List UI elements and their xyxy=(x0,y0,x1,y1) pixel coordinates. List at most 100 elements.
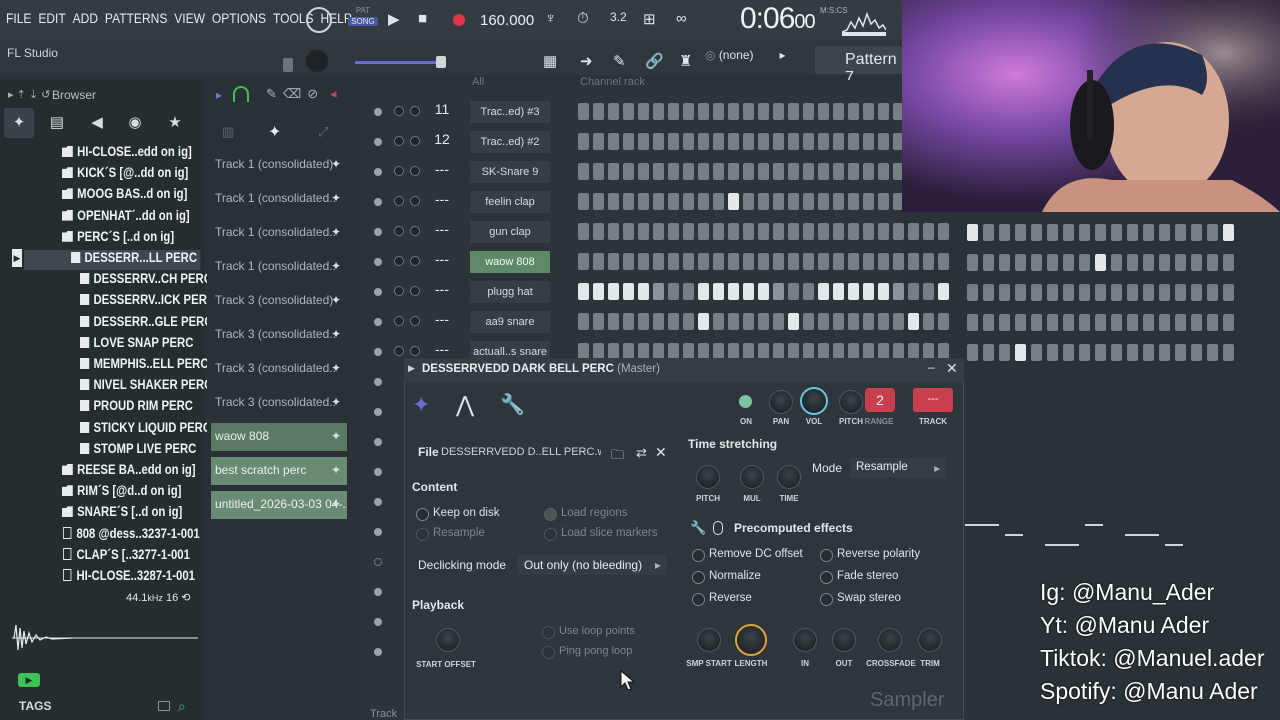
step-button[interactable] xyxy=(983,314,994,331)
step-button[interactable] xyxy=(788,313,799,330)
step-button[interactable] xyxy=(683,253,694,270)
playlist-track-item[interactable]: Track 3 (consolidated.. ✦ xyxy=(211,321,347,349)
crossfade-knob[interactable] xyxy=(878,628,902,652)
master-pitch-knob[interactable] xyxy=(306,50,328,72)
step-button[interactable] xyxy=(608,103,619,120)
channel-mute-led[interactable] xyxy=(374,168,382,176)
step-button[interactable] xyxy=(1047,254,1058,271)
step-button[interactable] xyxy=(848,283,859,300)
step-button[interactable] xyxy=(578,253,589,270)
step-button[interactable] xyxy=(743,163,754,180)
channel-mixer-number[interactable]: --- xyxy=(428,251,456,267)
step-button[interactable] xyxy=(788,223,799,240)
step-button[interactable] xyxy=(788,193,799,210)
step-button[interactable] xyxy=(623,253,634,270)
channel-knob[interactable] xyxy=(410,346,420,356)
use-loop-points-radio[interactable] xyxy=(542,626,555,639)
step-button[interactable] xyxy=(758,133,769,150)
channel-mute-led[interactable] xyxy=(374,648,382,656)
step-button[interactable] xyxy=(623,223,634,240)
all-files-icon[interactable]: ✦ xyxy=(4,108,34,138)
step-button[interactable] xyxy=(623,283,634,300)
step-button[interactable] xyxy=(728,253,739,270)
browser-item[interactable]: HI-CLOSE..edd on ig] xyxy=(62,144,192,164)
step-button[interactable] xyxy=(698,103,709,120)
step-button[interactable] xyxy=(623,193,634,210)
step-button[interactable] xyxy=(938,313,949,330)
ping-pong-loop-radio[interactable] xyxy=(542,646,555,659)
stop-icon[interactable]: ■ xyxy=(418,10,427,27)
playlist-track-item[interactable]: Track 1 (consolidated.. ✦ xyxy=(211,219,347,247)
step-button[interactable] xyxy=(1047,284,1058,301)
step-button[interactable] xyxy=(803,283,814,300)
step-button[interactable] xyxy=(848,253,859,270)
step-button[interactable] xyxy=(908,283,919,300)
channel-mute-led[interactable] xyxy=(374,498,382,506)
step-button[interactable] xyxy=(1207,254,1218,271)
channel-knob[interactable] xyxy=(410,196,420,206)
channel-knob[interactable] xyxy=(410,316,420,326)
step-button[interactable] xyxy=(788,133,799,150)
step-button[interactable] xyxy=(967,344,978,361)
step-button[interactable] xyxy=(758,103,769,120)
step-button[interactable] xyxy=(728,283,739,300)
channel-knob[interactable] xyxy=(410,136,420,146)
browser-item[interactable]: MOOG BAS..d on ig] xyxy=(62,186,187,206)
step-button[interactable] xyxy=(653,283,664,300)
step-button[interactable] xyxy=(863,313,874,330)
step-button[interactable] xyxy=(728,223,739,240)
step-button[interactable] xyxy=(803,103,814,120)
step-button[interactable] xyxy=(1159,224,1170,241)
stretch-pitch-knob[interactable] xyxy=(696,465,720,489)
step-button[interactable] xyxy=(983,224,994,241)
online-icon[interactable]: ◉ xyxy=(120,108,150,138)
playlist-track-item[interactable]: waow 808 ✦ xyxy=(211,423,347,451)
step-button[interactable] xyxy=(878,283,889,300)
step-button[interactable] xyxy=(593,223,604,240)
step-button[interactable] xyxy=(967,254,978,271)
step-button[interactable] xyxy=(713,253,724,270)
step-button[interactable] xyxy=(878,193,889,210)
step-button[interactable] xyxy=(1031,224,1042,241)
step-button[interactable] xyxy=(1175,314,1186,331)
step-button[interactable] xyxy=(623,103,634,120)
pitch-knob[interactable] xyxy=(839,390,863,414)
pan-knob[interactable] xyxy=(769,390,793,414)
step-button[interactable] xyxy=(683,163,694,180)
plugin-database-icon[interactable]: ◀ xyxy=(82,108,112,138)
step-button[interactable] xyxy=(713,133,724,150)
step-button[interactable] xyxy=(803,163,814,180)
in-knob[interactable] xyxy=(793,628,817,652)
channel-mute-led[interactable] xyxy=(374,408,382,416)
step-button[interactable] xyxy=(908,223,919,240)
step-button[interactable] xyxy=(967,224,978,241)
step-button[interactable] xyxy=(833,103,844,120)
smp-start-knob[interactable] xyxy=(697,628,721,652)
channel-mixer-number[interactable]: --- xyxy=(428,311,456,327)
step-button[interactable] xyxy=(653,193,664,210)
step-button[interactable] xyxy=(593,283,604,300)
link-icon[interactable]: 🔗 xyxy=(645,52,664,70)
channel-name-button[interactable]: gun clap xyxy=(470,221,550,243)
step-button[interactable] xyxy=(683,283,694,300)
step-button[interactable] xyxy=(698,193,709,210)
step-button[interactable] xyxy=(1175,224,1186,241)
channel-knob[interactable] xyxy=(394,136,404,146)
step-button[interactable] xyxy=(773,193,784,210)
channel-knob[interactable] xyxy=(410,286,420,296)
step-button[interactable] xyxy=(999,224,1010,241)
reverse-radio[interactable] xyxy=(692,593,705,606)
channel-name-button[interactable]: feelin clap xyxy=(470,191,550,213)
pattern-name[interactable]: Pattern 7 xyxy=(815,46,903,86)
step-button[interactable] xyxy=(743,133,754,150)
step-button[interactable] xyxy=(1159,254,1170,271)
step-button[interactable] xyxy=(638,283,649,300)
step-button[interactable] xyxy=(1223,224,1234,241)
minimize-icon[interactable]: – xyxy=(928,360,935,374)
step-button[interactable] xyxy=(758,163,769,180)
master-volume-knob[interactable] xyxy=(306,7,332,33)
swap-stereo-radio[interactable] xyxy=(820,593,833,606)
step-button[interactable] xyxy=(878,253,889,270)
envelope-tab-icon[interactable]: ⋀ xyxy=(456,392,474,418)
master-volume-slider[interactable] xyxy=(355,61,445,64)
